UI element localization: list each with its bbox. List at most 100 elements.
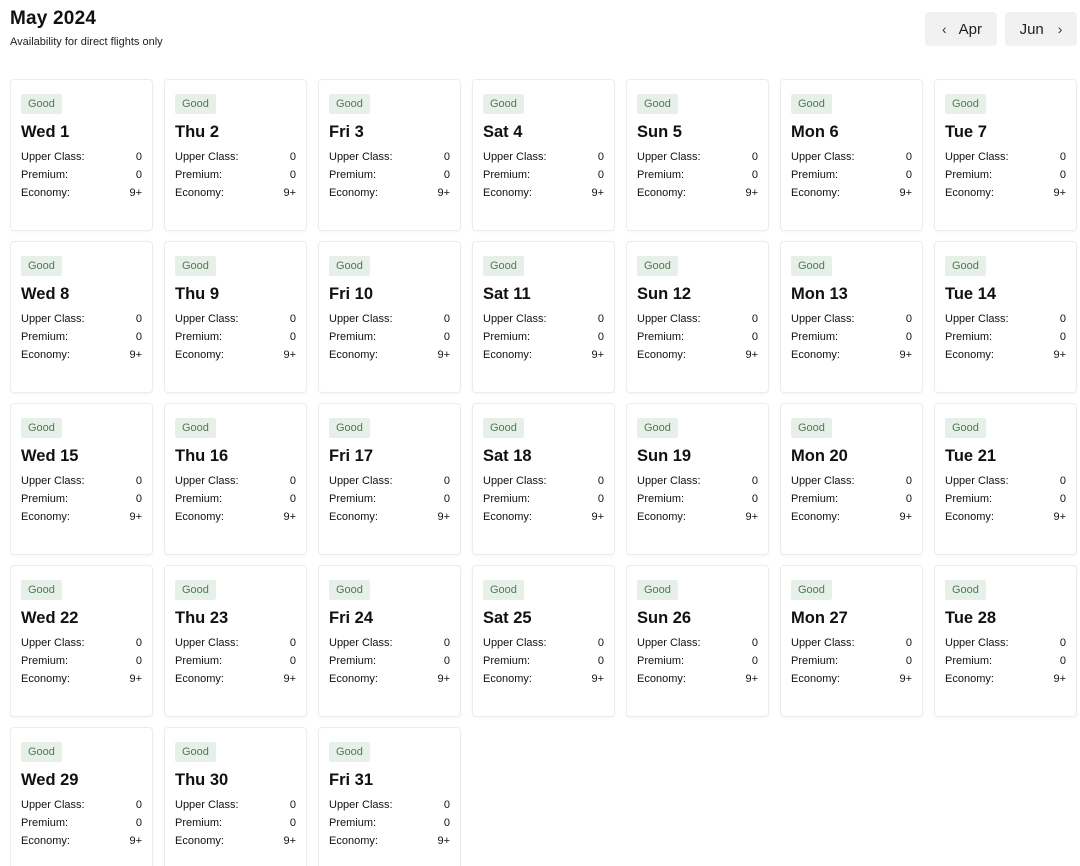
economy-label: Economy: (21, 835, 70, 847)
day-label: Wed 29 (21, 771, 79, 789)
economy-label: Economy: (21, 511, 70, 523)
economy-label: Economy: (329, 349, 378, 361)
day-card[interactable]: Good Thu 9 Upper Class: 0 Premium: 0 Eco… (164, 241, 307, 393)
day-card[interactable]: Good Wed 8 Upper Class: 0 Premium: 0 Eco… (10, 241, 153, 393)
premium-label: Premium: (21, 169, 69, 181)
day-card[interactable]: Good Sat 11 Upper Class: 0 Premium: 0 Ec… (472, 241, 615, 393)
day-card[interactable]: Good Wed 22 Upper Class: 0 Premium: 0 Ec… (10, 565, 153, 717)
day-label: Sat 25 (483, 609, 532, 627)
day-card[interactable]: Good Fri 3 Upper Class: 0 Premium: 0 Eco… (318, 79, 461, 231)
day-label: Thu 23 (175, 609, 229, 627)
upper-class-label: Upper Class: (483, 313, 547, 325)
premium-row: Premium: 0 (175, 490, 296, 508)
premium-label: Premium: (21, 331, 69, 343)
economy-label: Economy: (637, 349, 686, 361)
upper-class-value: 0 (1059, 151, 1066, 163)
economy-label: Economy: (483, 349, 532, 361)
economy-row: Economy: 9+ (945, 184, 1066, 202)
premium-label: Premium: (329, 493, 377, 505)
day-card[interactable]: Good Sat 25 Upper Class: 0 Premium: 0 Ec… (472, 565, 615, 717)
day-card[interactable]: Good Thu 23 Upper Class: 0 Premium: 0 Ec… (164, 565, 307, 717)
day-label: Tue 14 (945, 285, 997, 303)
day-card[interactable]: Good Sun 5 Upper Class: 0 Premium: 0 Eco… (626, 79, 769, 231)
day-label: Wed 22 (21, 609, 79, 627)
day-card[interactable]: Good Tue 14 Upper Class: 0 Premium: 0 Ec… (934, 241, 1077, 393)
day-card[interactable]: Good Sun 19 Upper Class: 0 Premium: 0 Ec… (626, 403, 769, 555)
premium-row: Premium: 0 (175, 652, 296, 670)
upper-class-value: 0 (597, 151, 604, 163)
economy-label: Economy: (21, 187, 70, 199)
day-card[interactable]: Good Mon 6 Upper Class: 0 Premium: 0 Eco… (780, 79, 923, 231)
economy-row: Economy: 9+ (791, 508, 912, 526)
economy-label: Economy: (21, 349, 70, 361)
premium-label: Premium: (21, 817, 69, 829)
day-card[interactable]: Good Thu 16 Upper Class: 0 Premium: 0 Ec… (164, 403, 307, 555)
upper-class-row: Upper Class: 0 (945, 310, 1066, 328)
day-card[interactable]: Good Mon 27 Upper Class: 0 Premium: 0 Ec… (780, 565, 923, 717)
premium-label: Premium: (483, 331, 531, 343)
next-month-label: Jun (1019, 20, 1044, 38)
economy-label: Economy: (791, 187, 840, 199)
day-card[interactable]: Good Sat 18 Upper Class: 0 Premium: 0 Ec… (472, 403, 615, 555)
premium-value: 0 (289, 655, 296, 667)
economy-value: 9+ (437, 511, 450, 523)
day-card[interactable]: Good Tue 28 Upper Class: 0 Premium: 0 Ec… (934, 565, 1077, 717)
day-card[interactable]: Good Mon 13 Upper Class: 0 Premium: 0 Ec… (780, 241, 923, 393)
premium-value: 0 (289, 817, 296, 829)
upper-class-label: Upper Class: (329, 799, 393, 811)
economy-value: 9+ (283, 349, 296, 361)
upper-class-row: Upper Class: 0 (21, 472, 142, 490)
day-card[interactable]: Good Tue 7 Upper Class: 0 Premium: 0 Eco… (934, 79, 1077, 231)
economy-label: Economy: (175, 349, 224, 361)
premium-label: Premium: (791, 493, 839, 505)
economy-value: 9+ (899, 511, 912, 523)
premium-row: Premium: 0 (175, 814, 296, 832)
premium-value: 0 (905, 331, 912, 343)
day-card[interactable]: Good Fri 24 Upper Class: 0 Premium: 0 Ec… (318, 565, 461, 717)
day-card[interactable]: Good Tue 21 Upper Class: 0 Premium: 0 Ec… (934, 403, 1077, 555)
day-card[interactable]: Good Wed 15 Upper Class: 0 Premium: 0 Ec… (10, 403, 153, 555)
status-badge: Good (637, 418, 678, 438)
day-card[interactable]: Good Sun 12 Upper Class: 0 Premium: 0 Ec… (626, 241, 769, 393)
upper-class-row: Upper Class: 0 (175, 634, 296, 652)
economy-value: 9+ (899, 673, 912, 685)
upper-class-value: 0 (1059, 475, 1066, 487)
upper-class-row: Upper Class: 0 (21, 148, 142, 166)
upper-class-row: Upper Class: 0 (329, 148, 450, 166)
day-card[interactable]: Good Sat 4 Upper Class: 0 Premium: 0 Eco… (472, 79, 615, 231)
economy-row: Economy: 9+ (637, 670, 758, 688)
upper-class-value: 0 (443, 637, 450, 649)
day-card[interactable]: Good Fri 17 Upper Class: 0 Premium: 0 Ec… (318, 403, 461, 555)
upper-class-label: Upper Class: (21, 151, 85, 163)
upper-class-value: 0 (289, 799, 296, 811)
day-label: Sat 18 (483, 447, 532, 465)
economy-row: Economy: 9+ (791, 670, 912, 688)
day-card[interactable]: Good Fri 10 Upper Class: 0 Premium: 0 Ec… (318, 241, 461, 393)
economy-label: Economy: (483, 187, 532, 199)
upper-class-label: Upper Class: (945, 637, 1009, 649)
day-card[interactable]: Good Thu 30 Upper Class: 0 Premium: 0 Ec… (164, 727, 307, 866)
day-card[interactable]: Good Wed 29 Upper Class: 0 Premium: 0 Ec… (10, 727, 153, 866)
day-card[interactable]: Good Wed 1 Upper Class: 0 Premium: 0 Eco… (10, 79, 153, 231)
day-label: Sun 19 (637, 447, 692, 465)
upper-class-label: Upper Class: (483, 637, 547, 649)
economy-row: Economy: 9+ (791, 184, 912, 202)
day-card[interactable]: Good Thu 2 Upper Class: 0 Premium: 0 Eco… (164, 79, 307, 231)
day-card[interactable]: Good Mon 20 Upper Class: 0 Premium: 0 Ec… (780, 403, 923, 555)
economy-label: Economy: (637, 673, 686, 685)
upper-class-value: 0 (135, 637, 142, 649)
day-card[interactable]: Good Fri 31 Upper Class: 0 Premium: 0 Ec… (318, 727, 461, 866)
economy-value: 9+ (591, 187, 604, 199)
premium-row: Premium: 0 (945, 490, 1066, 508)
economy-label: Economy: (175, 187, 224, 199)
upper-class-label: Upper Class: (637, 313, 701, 325)
previous-month-button[interactable]: ‹ Apr (925, 12, 997, 46)
day-card[interactable]: Good Sun 26 Upper Class: 0 Premium: 0 Ec… (626, 565, 769, 717)
upper-class-value: 0 (289, 313, 296, 325)
economy-row: Economy: 9+ (637, 346, 758, 364)
upper-class-row: Upper Class: 0 (483, 148, 604, 166)
next-month-button[interactable]: Jun › (1005, 12, 1077, 46)
upper-class-label: Upper Class: (21, 637, 85, 649)
premium-label: Premium: (329, 169, 377, 181)
premium-value: 0 (751, 169, 758, 181)
